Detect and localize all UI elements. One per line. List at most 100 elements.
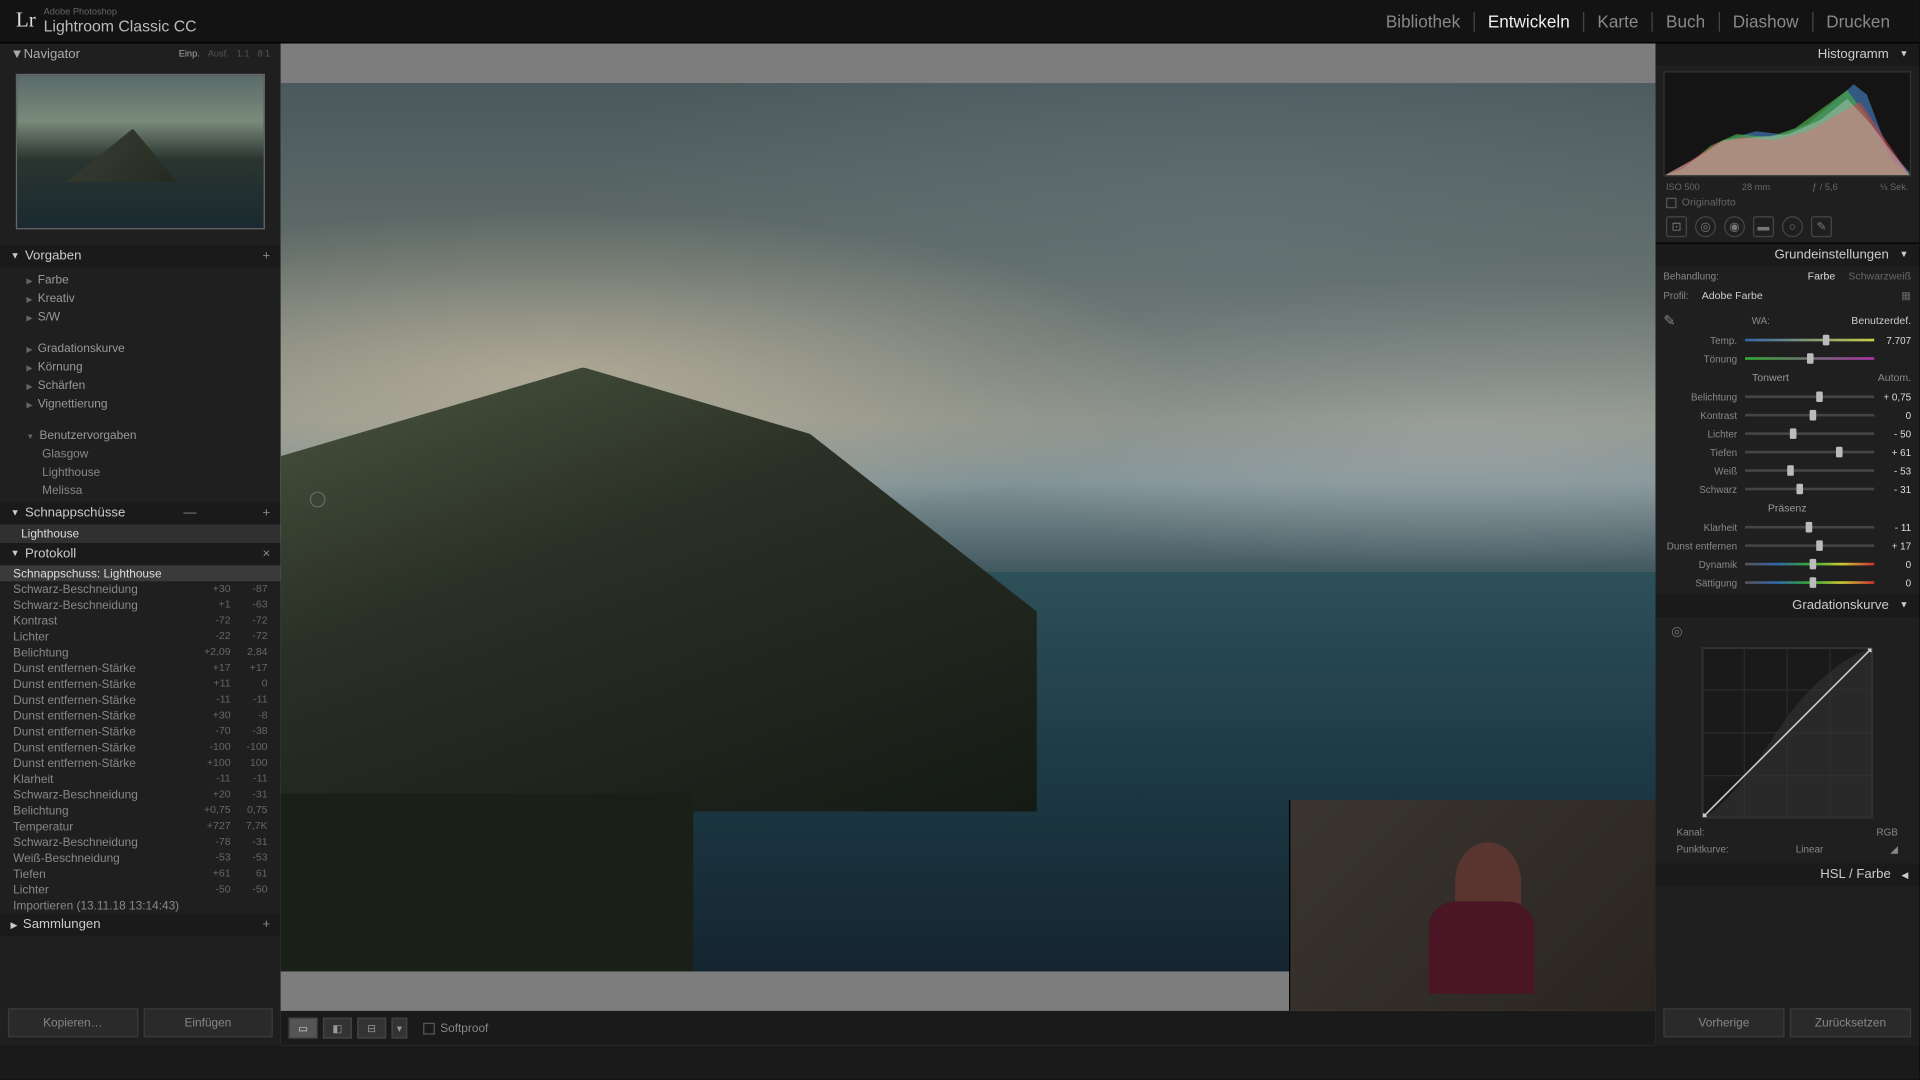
history-step[interactable]: Belichtung+0,750,75	[0, 803, 281, 819]
history-step[interactable]: Lichter-50-50	[0, 882, 281, 898]
histogram-header[interactable]: Histogramm▼	[1655, 43, 1919, 65]
history-step[interactable]: Dunst entfernen-Stärke-11-11	[0, 692, 281, 708]
slider-Belichtung[interactable]	[1745, 389, 1874, 405]
curve-mode-icon[interactable]: ◢	[1890, 844, 1898, 856]
before-after-tb-button[interactable]: ⊟	[357, 1017, 386, 1038]
paste-settings-button[interactable]: Einfügen	[143, 1008, 273, 1037]
module-diashow[interactable]: Diashow	[1720, 11, 1813, 31]
basic-header[interactable]: Grundeinstellungen▼	[1655, 244, 1919, 266]
history-step[interactable]: Tiefen+6161	[0, 866, 281, 882]
reset-button[interactable]: Zurücksetzen	[1790, 1008, 1911, 1037]
history-step[interactable]: Dunst entfernen-Stärke-70-38	[0, 724, 281, 740]
slider-Kontrast[interactable]	[1745, 407, 1874, 423]
history-step[interactable]: Schwarz-Beschneidung+30-87	[0, 581, 281, 597]
preset-vignettierung[interactable]: ▶Vignettierung	[13, 394, 267, 412]
softproof-toggle[interactable]: Softproof	[423, 1021, 488, 1034]
history-step[interactable]: Dunst entfernen-Stärke+110	[0, 676, 281, 692]
add-preset-icon[interactable]: +	[262, 249, 270, 263]
preset-schärfen[interactable]: ▶Schärfen	[13, 376, 267, 394]
slider-Klarheit[interactable]	[1745, 519, 1874, 535]
history-step[interactable]: Schwarz-Beschneidung+1-63	[0, 597, 281, 613]
slider-Tönung[interactable]	[1745, 351, 1874, 367]
curve-point-value[interactable]: Linear	[1796, 844, 1823, 856]
radial-filter-tool[interactable]: ○	[1782, 216, 1803, 237]
slider-Schwarz[interactable]	[1745, 481, 1874, 497]
history-step[interactable]: Dunst entfernen-Stärke+30-8	[0, 708, 281, 724]
preset-melissa[interactable]: Melissa	[13, 481, 267, 499]
module-drucken[interactable]: Drucken	[1813, 11, 1903, 31]
navigator-thumbnail[interactable]	[16, 74, 265, 230]
auto-tone-button[interactable]: Autom.	[1878, 372, 1911, 384]
zoom-3[interactable]: 8:1	[257, 50, 270, 59]
history-step[interactable]: Schwarz-Beschneidung-78-31	[0, 834, 281, 850]
spot-tool[interactable]: ◎	[1695, 216, 1716, 237]
history-step[interactable]: Dunst entfernen-Stärke+17+17	[0, 660, 281, 676]
slider-Dynamik[interactable]	[1745, 556, 1874, 572]
history-step[interactable]: Lichter-22-72	[0, 629, 281, 645]
snapshot-plus-icon[interactable]: +	[262, 506, 270, 520]
history-step[interactable]: Weiß-Beschneidung-53-53	[0, 850, 281, 866]
wb-value[interactable]: Benutzerdef.	[1851, 315, 1911, 327]
original-photo-toggle[interactable]: Originalfoto	[1655, 194, 1919, 211]
curve-channel-value[interactable]: RGB	[1876, 826, 1897, 838]
tonecurve-header[interactable]: Gradationskurve▼	[1655, 594, 1919, 616]
tone-curve-graph[interactable]	[1702, 647, 1873, 818]
view-options-button[interactable]: ▾	[391, 1017, 407, 1038]
brush-tool[interactable]: ✎	[1811, 216, 1832, 237]
slider-Sättigung[interactable]	[1745, 575, 1874, 591]
history-step[interactable]: Schwarz-Beschneidung+20-31	[0, 787, 281, 803]
history-step[interactable]: Klarheit-11-11	[0, 771, 281, 787]
crop-tool[interactable]: ⊡	[1666, 216, 1687, 237]
preset-lighthouse[interactable]: Lighthouse	[13, 463, 267, 481]
module-bibliothek[interactable]: Bibliothek	[1373, 11, 1475, 31]
presets-header[interactable]: ▼Vorgaben+	[0, 245, 281, 267]
slider-Lichter[interactable]	[1745, 426, 1874, 442]
redeye-tool[interactable]: ◉	[1724, 216, 1745, 237]
history-step[interactable]: Dunst entfernen-Stärke+100100	[0, 755, 281, 771]
slider-Dunst entfernen[interactable]	[1745, 538, 1874, 554]
preset-körnung[interactable]: ▶Körnung	[13, 357, 267, 375]
history-step[interactable]: Dunst entfernen-Stärke-100-100	[0, 739, 281, 755]
treatment-bw[interactable]: Schwarzweiß	[1848, 270, 1911, 282]
profile-value[interactable]: Adobe Farbe	[1702, 290, 1763, 302]
user-presets-folder[interactable]: ▼Benutzervorgaben	[13, 426, 267, 444]
history-header[interactable]: ▼Protokoll×	[0, 543, 281, 565]
add-collection-icon[interactable]: +	[262, 917, 270, 931]
history-step[interactable]: Kontrast-72-72	[0, 613, 281, 629]
preset-glasgow[interactable]: Glasgow	[13, 444, 267, 462]
histogram[interactable]	[1663, 71, 1911, 176]
history-step[interactable]: Importieren (13.11.18 13:14:43)	[0, 898, 281, 914]
treatment-color[interactable]: Farbe	[1808, 270, 1836, 282]
clear-history-icon[interactable]: ×	[262, 547, 270, 561]
module-entwickeln[interactable]: Entwickeln	[1475, 11, 1585, 31]
collections-header[interactable]: ▶Sammlungen+	[0, 913, 281, 935]
copy-settings-button[interactable]: Kopieren…	[8, 1008, 138, 1037]
slider-Tiefen[interactable]	[1745, 444, 1874, 460]
before-after-lr-button[interactable]: ◧	[323, 1017, 352, 1038]
preset-farbe[interactable]: ▶Farbe	[13, 270, 267, 288]
zoom-0[interactable]: Einp.	[179, 50, 200, 59]
tat-icon[interactable]: ◎	[1671, 625, 1683, 639]
navigator-header[interactable]: ▼Navigator Einp.Ausf.1:18:1	[0, 43, 281, 65]
history-step[interactable]: Belichtung+2,092,84	[0, 645, 281, 661]
snapshot-minus-icon[interactable]: —	[183, 506, 196, 520]
preset-gradationskurve[interactable]: ▶Gradationskurve	[13, 339, 267, 357]
preset-kreativ[interactable]: ▶Kreativ	[13, 289, 267, 307]
hsl-header[interactable]: HSL / Farbe◀	[1655, 863, 1919, 885]
loupe-view-button[interactable]: ▭	[289, 1017, 318, 1038]
zoom-1[interactable]: Ausf.	[208, 50, 229, 59]
slider-Weiß[interactable]	[1745, 463, 1874, 479]
module-buch[interactable]: Buch	[1653, 11, 1720, 31]
previous-button[interactable]: Vorherige	[1663, 1008, 1784, 1037]
slider-Temp.[interactable]	[1745, 332, 1874, 348]
snapshots-header[interactable]: ▼Schnappschüsse—+	[0, 502, 281, 524]
grad-filter-tool[interactable]: ▬	[1753, 216, 1774, 237]
module-karte[interactable]: Karte	[1584, 11, 1653, 31]
history-step[interactable]: Temperatur+7277,7K	[0, 818, 281, 834]
snapshot-item[interactable]: Lighthouse	[0, 525, 281, 543]
history-step[interactable]: Schnappschuss: Lighthouse	[0, 565, 281, 581]
profile-browser-icon[interactable]: ▦	[1901, 290, 1911, 302]
zoom-2[interactable]: 1:1	[237, 50, 250, 59]
preset-s/w[interactable]: ▶S/W	[13, 307, 267, 325]
wb-picker-icon[interactable]: ✎	[1663, 312, 1675, 329]
